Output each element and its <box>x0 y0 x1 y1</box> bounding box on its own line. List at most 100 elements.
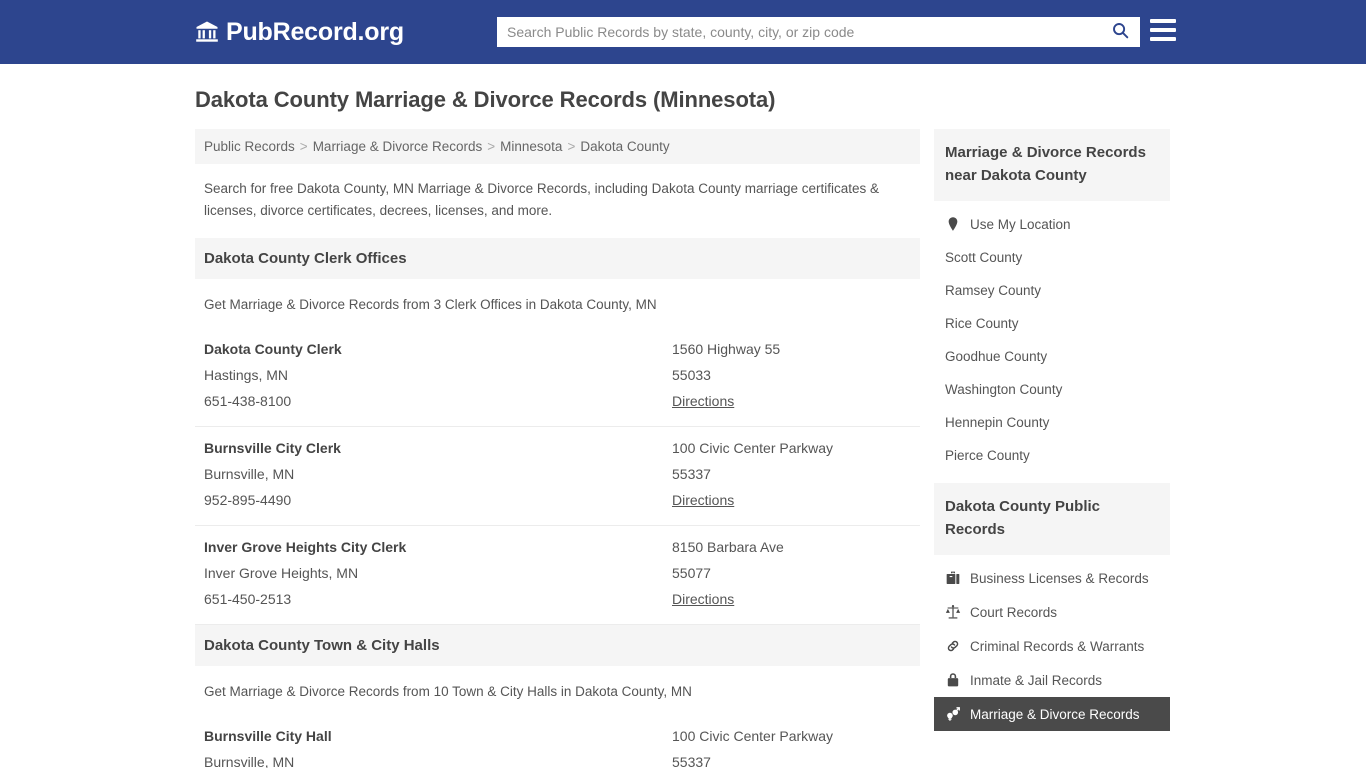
map-pin-icon <box>945 216 961 232</box>
listing-left: Inver Grove Heights City Clerk Inver Grov… <box>204 534 672 612</box>
sidebar: Marriage & Divorce Records near Dakota C… <box>934 129 1170 768</box>
sidebar-nearby-item-label: Hennepin County <box>945 415 1050 430</box>
sidebar-nearby-item[interactable]: Hennepin County <box>934 406 1170 439</box>
sidebar-nearby-item[interactable]: Pierce County <box>934 439 1170 472</box>
listing-office-name[interactable]: Dakota County Clerk <box>204 336 672 362</box>
listing-row: Inver Grove Heights City Clerk Inver Grov… <box>195 526 920 625</box>
page-title: Dakota County Marriage & Divorce Records… <box>195 87 776 112</box>
sidebar-record-item-label: Criminal Records & Warrants <box>970 638 1145 654</box>
listing-phone[interactable]: 651-450-2513 <box>204 586 672 612</box>
site-logo-text: PubRecord.org <box>226 17 404 46</box>
breadcrumb-separator: > <box>299 139 308 154</box>
lock-icon <box>945 672 961 688</box>
listing-left: Burnsville City Clerk Burnsville, MN 952-8… <box>204 435 672 513</box>
listing-street: 100 Civic Center Parkway <box>672 728 834 744</box>
sidebar-record-item[interactable]: Business Licenses & Records <box>934 561 1170 595</box>
sidebar-nearby-item-label: Goodhue County <box>945 349 1048 364</box>
sidebar-nearby-item-label: Rice County <box>945 316 1019 331</box>
directions-link[interactable]: Directions <box>672 586 734 612</box>
sidebar-record-item[interactable]: Criminal Records & Warrants <box>934 629 1170 663</box>
listing-right: 1560 Highway 55 55033 Directions <box>672 336 911 414</box>
breadcrumb-item[interactable]: Public Records <box>204 139 295 154</box>
listing-right: 100 Civic Center Parkway55337Directions <box>672 723 911 768</box>
listing-left: Burnsville City HallBurnsville, MN952-89… <box>204 723 672 768</box>
sidebar-public-records-heading: Dakota County Public Records <box>934 483 1170 555</box>
listing-city: Burnsville, MN <box>204 466 295 482</box>
listing-row: Dakota County Clerk Hastings, MN 651-438-8… <box>195 328 920 427</box>
section-subtitle: Get Marriage & Divorce Records from 10 T… <box>204 684 692 699</box>
sidebar-nearby-item[interactable]: Use My Location <box>934 207 1170 241</box>
sidebar-record-item-label: Court Records <box>970 604 1058 620</box>
breadcrumb: Public Records > Marriage & Divorce Record… <box>195 129 920 164</box>
section-heading: Dakota County Clerk Offices <box>195 238 920 279</box>
sidebar-nearby-item-label: Washington County <box>945 382 1063 397</box>
hamburger-menu-icon-bar <box>1150 37 1176 41</box>
listing-phone[interactable]: 952-895-4490 <box>204 487 672 513</box>
sidebar-nearby-item-label: Scott County <box>945 250 1023 265</box>
sidebar-record-item[interactable]: Court Records <box>934 595 1170 629</box>
listing-directions-wrap: Directions <box>672 586 911 612</box>
search-input[interactable] <box>497 17 1100 47</box>
sidebar-nearby-list: Use My Location Scott County Ramsey County… <box>934 201 1170 472</box>
listing-zip: 55337 <box>672 754 711 768</box>
sidebar-nearby-item-label: Ramsey County <box>945 283 1042 298</box>
briefcase-icon <box>945 570 961 586</box>
site-header: PubRecord.org <box>0 0 1366 64</box>
link-icon <box>945 638 961 654</box>
breadcrumb-separator: > <box>487 139 496 154</box>
hamburger-menu-icon-bar <box>1150 28 1176 32</box>
hamburger-menu-button[interactable] <box>1150 19 1176 41</box>
listing-city: Hastings, MN <box>204 367 289 383</box>
hamburger-menu-icon-bar <box>1150 19 1176 23</box>
sidebar-nearby-item[interactable]: Goodhue County <box>934 340 1170 373</box>
listing-street: 1560 Highway 55 <box>672 341 781 357</box>
listing-office-name[interactable]: Burnsville City Clerk <box>204 435 672 461</box>
sidebar-nearby-heading: Marriage & Divorce Records near Dakota C… <box>934 129 1170 201</box>
sidebar-nearby-item[interactable]: Scott County <box>934 241 1170 274</box>
breadcrumb-separator: > <box>567 139 576 154</box>
sidebar-nearby-item[interactable]: Washington County <box>934 373 1170 406</box>
sidebar-record-item[interactable]: Marriage & Divorce Records <box>934 697 1170 731</box>
sidebar-record-item[interactable]: Inmate & Jail Records <box>934 663 1170 697</box>
listing-office-name[interactable]: Burnsville City Hall <box>204 723 672 749</box>
sidebar-record-item-label: Inmate & Jail Records <box>970 672 1103 688</box>
section-heading: Dakota County Town & City Halls <box>195 625 920 666</box>
breadcrumb-item[interactable]: Dakota County <box>580 139 669 154</box>
sections-container: Dakota County Clerk Offices Get Marriage … <box>195 238 920 768</box>
directions-link[interactable]: Directions <box>672 388 734 414</box>
breadcrumb-item[interactable]: Marriage & Divorce Records <box>313 139 483 154</box>
sidebar-nearby-item[interactable]: Ramsey County <box>934 274 1170 307</box>
listing-row: Burnsville City HallBurnsville, MN952-89… <box>195 715 920 768</box>
bank-icon <box>195 20 219 44</box>
listing-street: 100 Civic Center Parkway <box>672 440 834 456</box>
sidebar-record-item-label: Business Licenses & Records <box>970 570 1149 586</box>
listing-directions-wrap: Directions <box>672 388 911 414</box>
scales-icon <box>945 604 961 620</box>
breadcrumb-item[interactable]: Minnesota <box>500 139 562 154</box>
listing-right: 100 Civic Center Parkway 55337 Directions <box>672 435 911 513</box>
sidebar-nearby-item[interactable]: Rice County <box>934 307 1170 340</box>
search-bar <box>497 17 1140 47</box>
search-icon <box>1111 21 1130 43</box>
main-content: Public Records > Marriage & Divorce Record… <box>195 129 920 768</box>
page-body: Dakota County Marriage & Divorce Records… <box>0 87 1366 768</box>
listing-zip: 55337 <box>672 466 711 482</box>
listing-city: Burnsville, MN <box>204 754 295 768</box>
listing-row: Burnsville City Clerk Burnsville, MN 952-8… <box>195 427 920 526</box>
listing-left: Dakota County Clerk Hastings, MN 651-438-8… <box>204 336 672 414</box>
sidebar-record-item-label: Marriage & Divorce Records <box>970 706 1140 722</box>
listing-right: 8150 Barbara Ave 55077 Directions <box>672 534 911 612</box>
sidebar-public-records-list: Business Licenses & Records Court Records… <box>934 555 1170 731</box>
site-logo[interactable]: PubRecord.org <box>195 18 404 47</box>
listing-phone[interactable]: 651-438-8100 <box>204 388 672 414</box>
intro-description: Search for free Dakota County, MN Marria… <box>204 181 880 218</box>
gender-symbols-icon <box>945 706 961 722</box>
listing-zip: 55033 <box>672 367 711 383</box>
sidebar-nearby-item-label: Pierce County <box>945 448 1030 463</box>
directions-link[interactable]: Directions <box>672 487 734 513</box>
listing-street: 8150 Barbara Ave <box>672 539 784 555</box>
listing-city: Inver Grove Heights, MN <box>204 565 359 581</box>
search-button[interactable] <box>1100 17 1140 47</box>
listing-office-name[interactable]: Inver Grove Heights City Clerk <box>204 534 672 560</box>
